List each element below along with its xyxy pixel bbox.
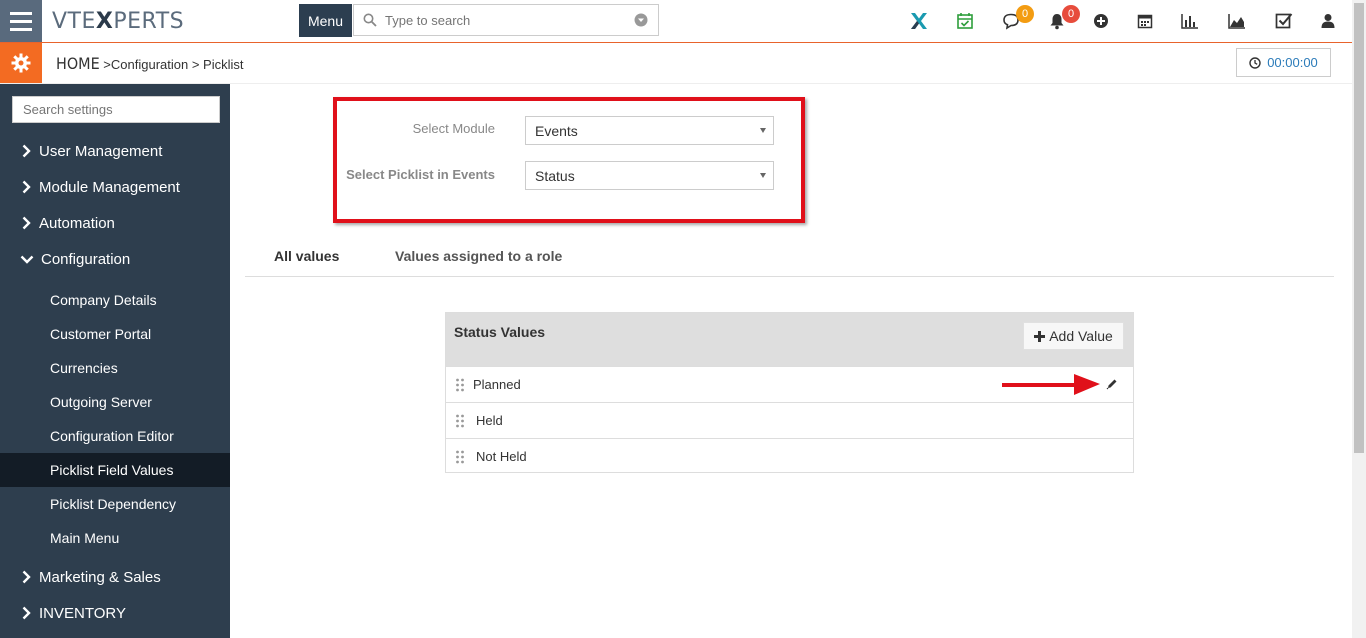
chat-icon[interactable]: 0 [1000, 5, 1034, 32]
top-navbar: VTEXPERTS Menu 0 0 [0, 0, 1352, 43]
plus-icon [1034, 330, 1046, 342]
picklist-row-held[interactable]: Held [446, 402, 1133, 438]
chevron-down-icon [19, 252, 35, 266]
picklist-row-not-held[interactable]: Not Held [446, 438, 1133, 474]
vtexperts-x-icon[interactable] [908, 10, 930, 32]
red-arrow-annotation [1002, 374, 1100, 395]
drag-handle-icon[interactable] [455, 378, 465, 392]
global-search[interactable] [353, 4, 659, 36]
timer-value: 00:00:00 [1267, 55, 1318, 70]
select-module-dropdown[interactable]: Events [525, 116, 774, 145]
breadcrumb-picklist: Picklist [203, 57, 244, 72]
sidebar-user-management[interactable]: User Management [0, 134, 230, 168]
task-checkbox-icon[interactable] [1273, 10, 1295, 32]
sidebar-item-label: INVENTORY [39, 604, 126, 622]
breadcrumb-bar: HOME >Configuration > Picklist 00:00:00 [0, 43, 1352, 84]
calendar-check-icon[interactable] [954, 10, 976, 32]
picklist-value-label: Planned [473, 377, 521, 392]
sidebar-item-label: Configuration [41, 250, 131, 268]
picklist-value-label: Held [476, 413, 503, 428]
sidebar-configuration[interactable]: Configuration [0, 242, 230, 276]
sidebar-currencies[interactable]: Currencies [0, 351, 230, 385]
bar-chart-icon[interactable] [1179, 10, 1201, 32]
chevron-right-icon [19, 216, 33, 230]
notification-badge: 0 [1062, 5, 1080, 23]
add-value-label: Add Value [1049, 328, 1113, 344]
sidebar-main-menu[interactable]: Main Menu [0, 521, 230, 555]
search-icon [363, 13, 377, 27]
timer-button[interactable]: 00:00:00 [1236, 48, 1331, 77]
select-picklist-label: Select Picklist in Events [346, 167, 495, 182]
select-module-label: Select Module [412, 121, 495, 136]
drag-handle-icon[interactable] [455, 450, 465, 464]
picklist-tabs: All values Values assigned to a role [245, 240, 1334, 277]
select-picklist-dropdown[interactable]: Status [525, 161, 774, 190]
area-chart-icon[interactable] [1226, 10, 1248, 32]
caret-down-icon [760, 128, 766, 133]
sidebar-marketing-sales[interactable]: Marketing & Sales [0, 560, 230, 594]
sidebar-automation[interactable]: Automation [0, 206, 230, 240]
breadcrumb-separator: > [99, 57, 111, 72]
tab-values-assigned-to-role[interactable]: Values assigned to a role [395, 248, 562, 264]
clock-icon [1249, 56, 1261, 69]
user-profile-icon[interactable] [1317, 10, 1339, 32]
breadcrumb: HOME >Configuration > Picklist [56, 54, 244, 73]
sidebar-item-label: Module Management [39, 178, 180, 196]
scrollbar-thumb[interactable] [1354, 3, 1364, 453]
settings-sidebar: User Management Module Management Automa… [0, 84, 230, 638]
hamburger-menu-icon[interactable] [0, 0, 42, 42]
edit-pencil-icon[interactable] [1106, 378, 1118, 390]
caret-down-icon [760, 173, 766, 178]
panel-header: Status Values Add Value [446, 313, 1133, 366]
chat-badge: 0 [1016, 5, 1034, 23]
drag-handle-icon[interactable] [455, 414, 465, 428]
add-value-button[interactable]: Add Value [1023, 322, 1124, 350]
sidebar-customer-portal[interactable]: Customer Portal [0, 317, 230, 351]
sidebar-item-label: Marketing & Sales [39, 568, 161, 586]
settings-gear-icon[interactable] [0, 43, 42, 83]
menu-button[interactable]: Menu [299, 4, 352, 37]
sidebar-item-label: Automation [39, 214, 115, 232]
sidebar-company-details[interactable]: Company Details [0, 283, 230, 317]
search-dropdown-icon[interactable] [634, 13, 648, 27]
sidebar-picklist-field-values[interactable]: Picklist Field Values [0, 453, 230, 487]
add-circle-icon[interactable] [1090, 10, 1112, 32]
tab-all-values[interactable]: All values [274, 248, 339, 264]
page-scrollbar[interactable] [1352, 0, 1366, 638]
calendar-icon[interactable] [1134, 10, 1156, 32]
panel-title: Status Values [454, 324, 546, 340]
breadcrumb-separator: > [188, 57, 204, 72]
sidebar-configuration-editor[interactable]: Configuration Editor [0, 419, 230, 453]
picklist-value-label: Not Held [476, 449, 527, 464]
chevron-right-icon [19, 180, 33, 194]
notification-bell-icon[interactable]: 0 [1046, 5, 1080, 32]
chevron-right-icon [19, 606, 33, 620]
sidebar-module-management[interactable]: Module Management [0, 170, 230, 204]
chevron-right-icon [19, 144, 33, 158]
sidebar-outgoing-server[interactable]: Outgoing Server [0, 385, 230, 419]
vtexperts-logo[interactable]: VTEXPERTS [52, 9, 184, 34]
select-module-value: Events [535, 122, 578, 139]
breadcrumb-configuration[interactable]: Configuration [111, 57, 188, 72]
chevron-right-icon [19, 570, 33, 584]
breadcrumb-home[interactable]: HOME [56, 54, 100, 73]
select-picklist-value: Status [535, 167, 575, 184]
global-search-input[interactable] [383, 11, 634, 29]
sidebar-inventory[interactable]: INVENTORY [0, 596, 230, 630]
search-settings-input[interactable] [12, 96, 220, 123]
sidebar-item-label: User Management [39, 142, 163, 160]
sidebar-picklist-dependency[interactable]: Picklist Dependency [0, 487, 230, 521]
